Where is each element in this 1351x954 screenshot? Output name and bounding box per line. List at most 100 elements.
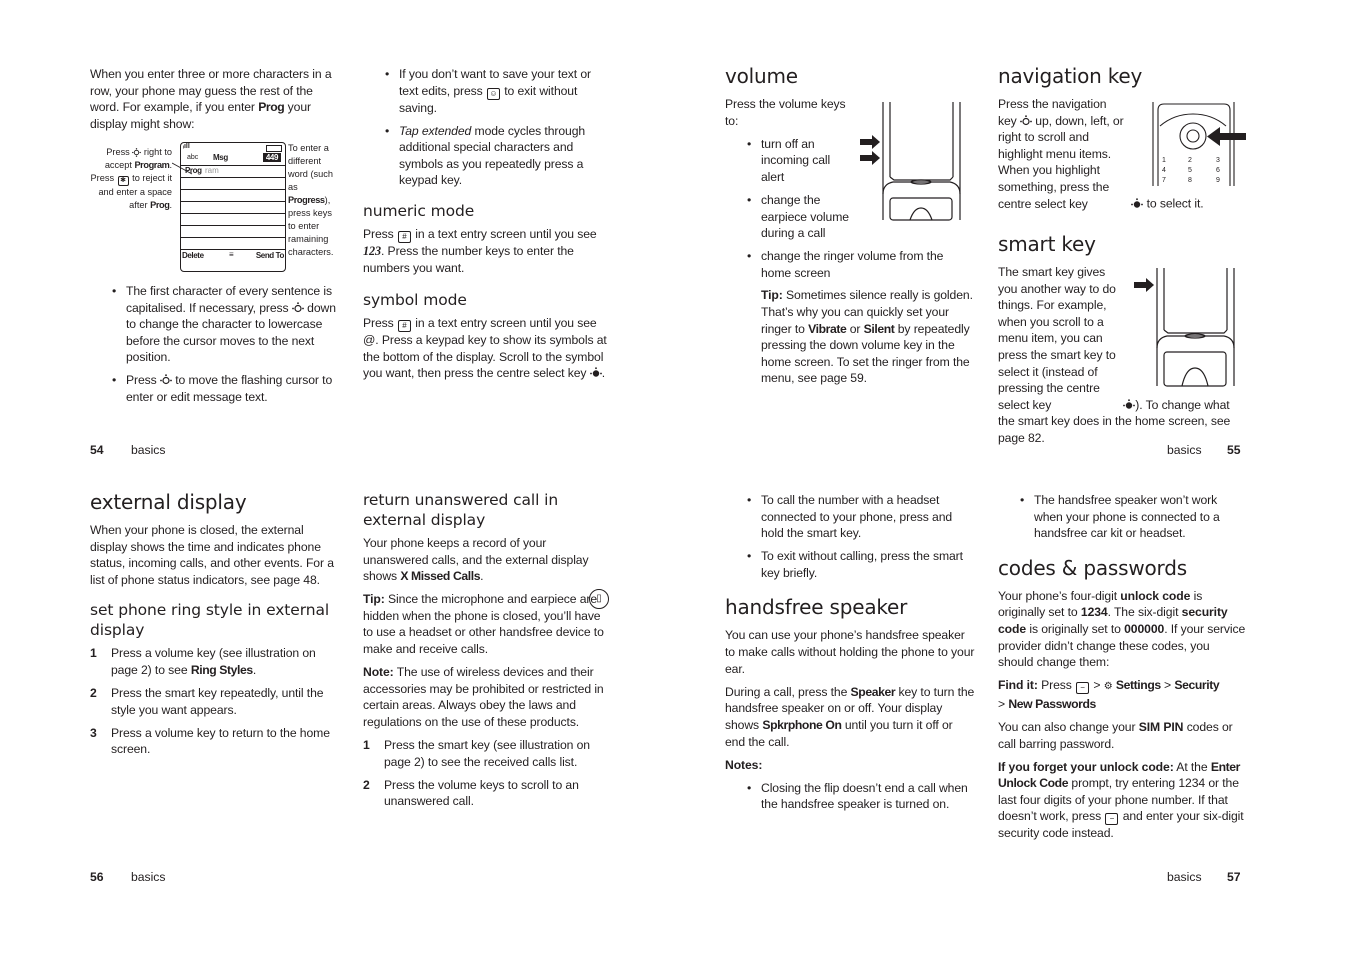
end-key-icon: ☺ [486,87,500,100]
navigation-key-icon [1020,114,1032,125]
external-display-heading: external display [90,490,247,514]
settings-icon: ⚙ [1103,681,1113,693]
return-tip: ▯ Tip: Since the microphone and earpiece… [363,589,613,657]
numeric-mode-heading: numeric mode [363,202,475,221]
return-unanswered-heading: return unanswered call in external displ… [363,491,559,529]
list-item: Press to move the flashing cursor to ent… [112,372,338,405]
headset-icon: ▯ [589,589,609,610]
mode-indicator: abc [187,154,199,161]
symbol-mode-heading: symbol mode [363,291,467,310]
softkey-bar: Delete ≡ Send To [181,250,285,262]
page-56-column-1: external display When your phone is clos… [90,490,338,764]
status-bar: ᵢıll [181,143,285,153]
sim-pin-text: You can also change your SIM PIN codes o… [998,719,1233,751]
centre-select-key-icon [589,367,602,378]
list-item: 3 Press a volume key to return to the hom… [90,725,330,757]
right-softkey-label: Send To [255,251,285,260]
navigation-key-icon [291,301,304,312]
navigation-key-heading: navigation key [998,64,1143,88]
page-footer-55: basics 55 [1167,443,1241,457]
volume-intro: Press the volume keys to: [725,97,846,128]
external-display-text: When your phone is closed, the external … [90,523,334,587]
pound-key-icon: # [397,320,411,333]
menu-icon: ≡ [229,250,234,259]
volume-heading: volume [725,64,798,88]
figure-right-note: To enter a different word (such as Progr… [288,143,334,257]
centre-select-key-icon [1123,399,1136,409]
navigation-key-icon [160,374,172,385]
list-item: Closing the flip doesn’t end a call when… [747,780,975,813]
return-unanswered-text: Your phone keeps a record of your unansw… [363,536,589,584]
section-name: basics [1167,870,1202,884]
volume-tip: Tip: Sometimes silence really is golden.… [761,288,973,386]
arrow-icon [1134,278,1154,292]
svg-text:8: 8 [1188,177,1192,184]
section-name: basics [1167,443,1202,457]
section-name: basics [130,443,166,457]
text-line [181,178,285,190]
arrow-icon [1207,127,1246,146]
predictive-text-intro: When you enter three or more characters … [90,67,332,131]
list-item: change the ringer volume from the home s… [747,248,975,387]
list-item: To exit without calling, press the smart… [747,548,975,581]
list-item: The first character of every sentence is… [112,283,338,366]
page-number: 55 [1226,443,1241,457]
ring-style-heading: set phone ring style in external display [90,601,330,640]
screen-title: Msg [213,153,228,162]
page-footer-54: 54 basics [90,443,166,457]
svg-text:1: 1 [1162,157,1166,164]
page-footer-57: basics 57 [1167,870,1241,884]
page-54-column-2: If you don’t want to save your text or t… [363,66,613,389]
text-line [181,226,285,238]
forget-unlock-code: If you forget your unlock code: At the E… [998,759,1244,841]
typed-text: Prog [185,166,202,175]
suggested-text: ram [205,166,219,175]
text-line [181,214,285,226]
page-number: 57 [1226,870,1241,884]
svg-text:5: 5 [1188,167,1192,174]
phone-side-smart-key-illustration [1134,268,1235,387]
codes-intro: Your phone’s four-digit unlock code is o… [998,588,1246,670]
svg-text:6: 6 [1216,167,1220,174]
signal-icon: ᵢıll [183,143,190,150]
page-57-column-1: To call the number with a headset connec… [725,492,975,819]
menu-key-icon: − [1105,813,1119,826]
page-number: 54 [90,443,104,457]
text-line: Prog ram [181,166,285,178]
figure-left-note: Press right to accept Program. Press ✱ t… [90,147,172,210]
list-item: 1 Press the smart key (see illustration o… [363,738,590,769]
page-54-column-1: When you enter three or more characters … [90,66,338,139]
handsfree-usage: During a call, press the Speaker key to … [725,684,975,749]
section-name: basics [130,870,166,884]
text-line [181,190,285,202]
navigation-key-icon [132,148,142,157]
codes-passwords-heading: codes & passwords [998,555,1187,580]
svg-text:2: 2 [1188,157,1192,164]
smart-key-heading: smart key [998,232,1096,256]
list-item: If you don’t want to save your text or t… [385,66,613,116]
numeric-mode-text: Press # in a text entry screen until you… [363,227,597,275]
page-footer-56: 56 basics [90,870,166,884]
list-item: 2 Press the smart key repeatedly, until t… [90,686,324,717]
list-item: To call the number with a headset connec… [747,492,975,542]
display-figure: Press right to accept Program. Press ✱ t… [90,142,340,274]
left-softkey-label: Delete [182,251,204,260]
page-56-column-2: return unanswered call in external displ… [363,490,613,816]
pound-key-icon: # [397,231,411,244]
svg-text:9: 9 [1216,177,1220,184]
star-key-icon: ✱ [117,176,129,186]
phone-screen-mockup: ᵢıll abc Msg 449 Prog ram Delete ≡ Send … [180,142,286,272]
text-line [181,238,285,250]
symbol-mode-text: Press # in a text entry screen until you… [363,316,607,381]
text-line [181,202,285,214]
list-item: The handsfree speaker won’t work when yo… [1020,492,1248,542]
svg-text:3: 3 [1216,157,1220,164]
list-item: Tap extended mode cycles through additio… [385,123,613,189]
phone-side-volume-illustration [860,102,961,221]
handsfree-speaker-heading: handsfree speaker [725,595,908,620]
page-57-column-2: The handsfree speaker won’t work when yo… [998,492,1248,849]
char-counter: 449 [262,153,281,162]
page-54-column-1-bullets: The first character of every sentence is… [90,283,338,412]
title-bar: abc Msg 449 [181,153,285,166]
centre-select-key-icon [1131,197,1144,208]
